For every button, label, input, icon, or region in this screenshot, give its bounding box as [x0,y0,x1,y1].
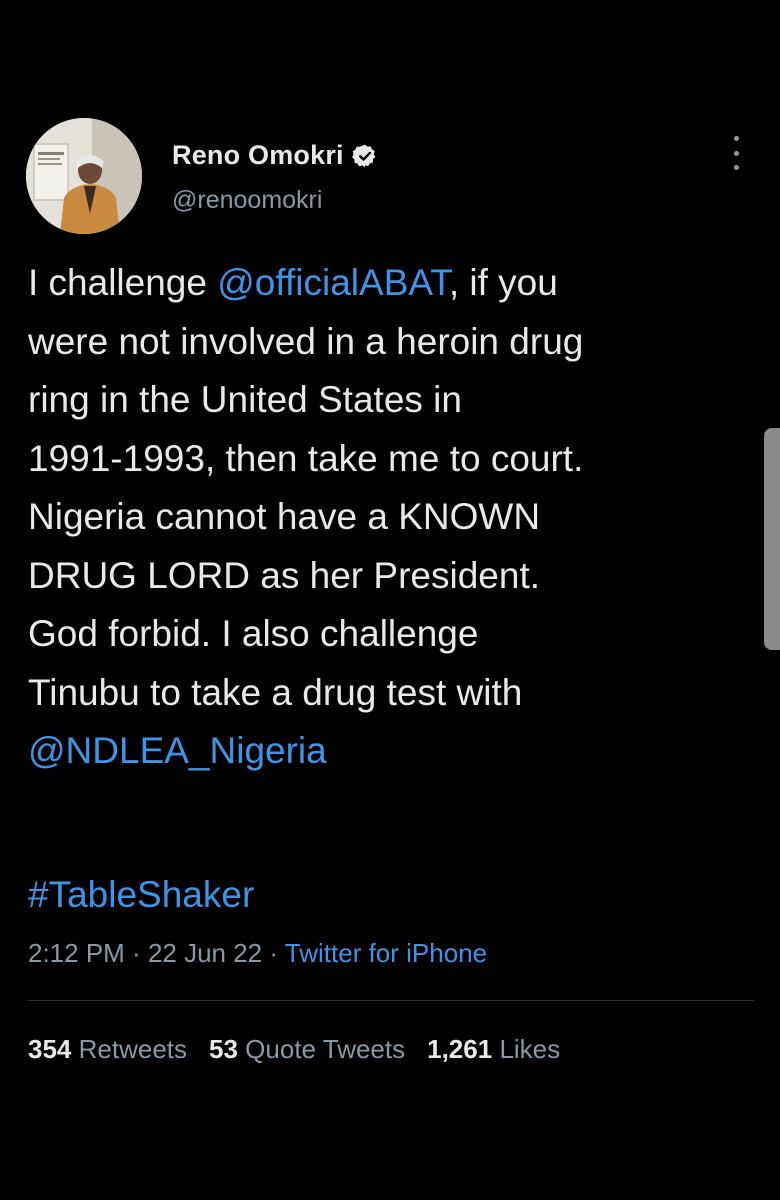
tweet-date[interactable]: 22 Jun 22 [148,938,262,968]
meta-separator: · [124,938,148,968]
hashtag-line: #TableShaker [28,866,254,924]
quote-tweets-stat[interactable]: 53 Quote Tweets [209,1034,405,1064]
likes-stat[interactable]: 1,261 Likes [427,1034,560,1064]
retweets-stat[interactable]: 354 Retweets [28,1034,187,1064]
likes-label: Likes [499,1034,561,1064]
retweets-label: Retweets [78,1034,188,1064]
scrollbar-thumb[interactable] [764,428,780,650]
author-name-row[interactable]: Reno Omokri [172,140,378,171]
mention-link[interactable]: @NDLEA_Nigeria [28,730,327,771]
profile-photo-icon [26,118,142,234]
verified-badge-icon [351,143,378,169]
avatar[interactable] [26,118,142,234]
tweet-meta: 2:12 PM · 22 Jun 22 · Twitter for iPhone [28,938,487,969]
tweet-source-link[interactable]: Twitter for iPhone [285,938,487,968]
tweet-time[interactable]: 2:12 PM [28,938,125,968]
hashtag-link[interactable]: #TableShaker [28,874,254,915]
tweet-detail: Reno Omokri @renoomokri I challenge @off… [0,0,780,1200]
retweets-count: 354 [28,1034,72,1064]
engagement-stats: 354 Retweets 53 Quote Tweets 1,261 Likes [28,1034,582,1065]
quote-tweets-label: Quote Tweets [245,1034,406,1064]
tweet-text-segment: , if you were not involved in a heroin d… [28,262,584,713]
mention-link[interactable]: @officialABAT [217,262,449,303]
more-options-icon[interactable] [724,136,748,170]
author-handle[interactable]: @renoomokri [172,186,322,215]
divider [28,1000,754,1001]
likes-count: 1,261 [427,1034,493,1064]
tweet-text: I challenge @officialABAT, if you were n… [28,254,758,781]
quote-tweets-count: 53 [209,1034,238,1064]
meta-separator: · [262,938,285,968]
author-display-name[interactable]: Reno Omokri [172,140,344,171]
tweet-text-segment: I challenge [28,262,218,303]
